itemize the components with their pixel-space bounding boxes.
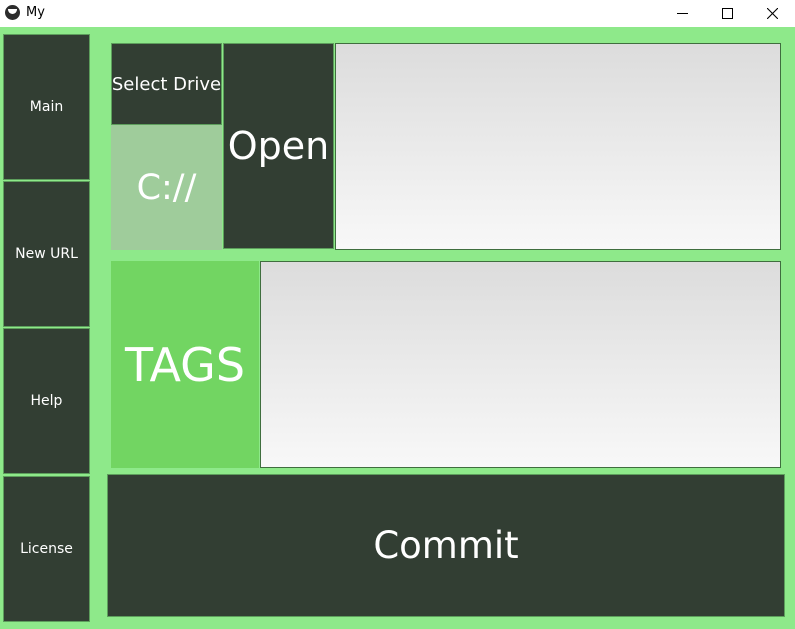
app-icon [5, 5, 20, 20]
maximize-button[interactable] [704, 0, 750, 27]
commit-button[interactable]: Commit [107, 474, 785, 617]
tags-label: TAGS [111, 261, 259, 468]
select-drive-button[interactable]: Select Drive [111, 43, 222, 125]
maximize-icon [721, 8, 733, 19]
minimize-button[interactable] [659, 0, 705, 27]
close-button[interactable] [749, 0, 795, 27]
path-text-area[interactable] [335, 43, 781, 250]
drive-value-label: C:// [111, 125, 222, 250]
close-icon [766, 8, 778, 19]
sidebar-item-main[interactable]: Main [3, 34, 90, 180]
title-bar: My [0, 0, 795, 27]
window-title: My [26, 5, 45, 20]
sidebar-item-new-url[interactable]: New URL [3, 181, 90, 327]
tags-text-area[interactable] [260, 261, 781, 468]
sidebar-item-help[interactable]: Help [3, 328, 90, 474]
minimize-icon [676, 13, 688, 14]
open-button[interactable]: Open [223, 43, 334, 249]
sidebar-item-license[interactable]: License [3, 476, 90, 622]
app-content: Main New URL Help License Select Drive C… [0, 27, 795, 629]
